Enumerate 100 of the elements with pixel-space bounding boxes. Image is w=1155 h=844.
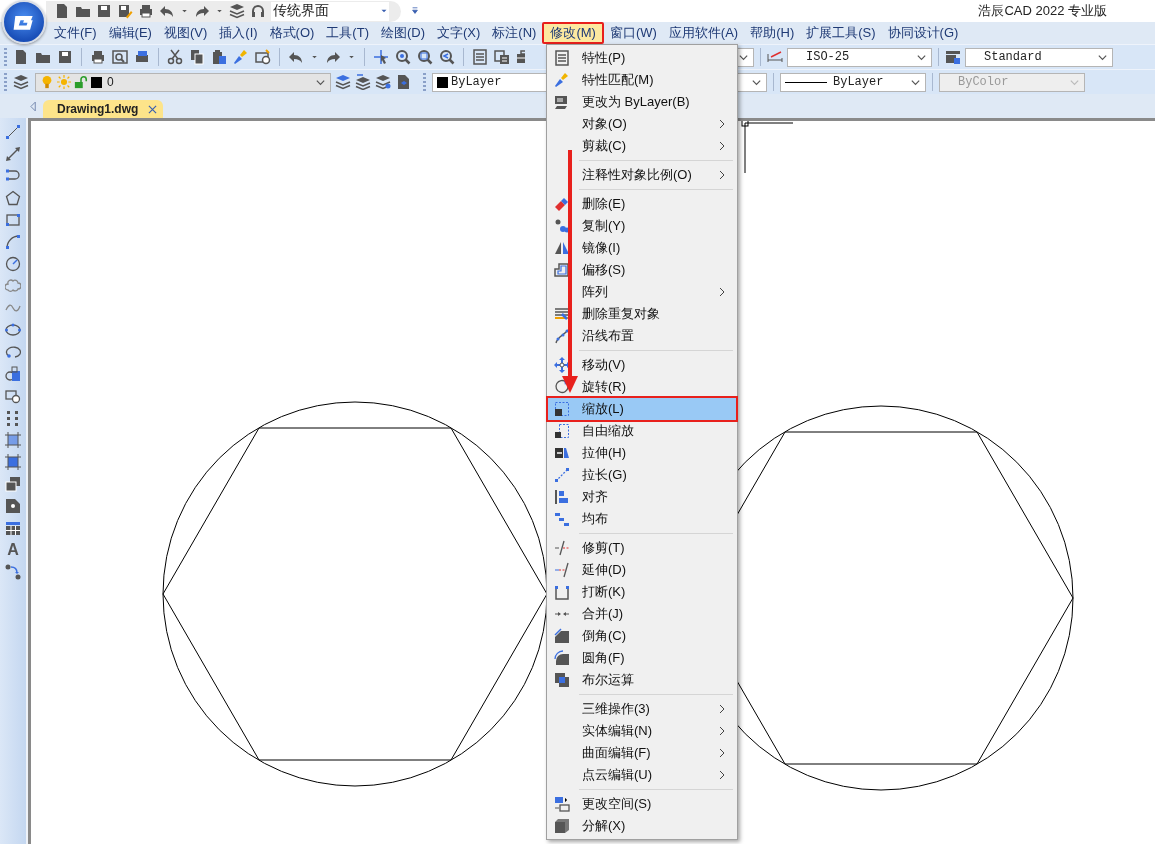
new-file-icon[interactable] — [13, 49, 29, 65]
linetype-dropdown[interactable]: ByLayer — [780, 72, 926, 92]
redo-icon[interactable] — [194, 3, 210, 19]
block-edit-icon[interactable] — [255, 49, 271, 65]
menu-item[interactable]: 点云编辑(U) — [548, 764, 736, 786]
menu-item[interactable]: 圆角(F) — [548, 647, 736, 669]
dots-arrow-icon[interactable] — [5, 564, 21, 580]
menu-item[interactable]: 倒角(C) — [548, 625, 736, 647]
circle-icon[interactable] — [5, 256, 21, 272]
menu-item[interactable]: 偏移(S) — [548, 259, 736, 281]
menu-bar-item[interactable]: 帮助(H) — [744, 22, 801, 44]
menu-item[interactable]: 布尔运算 — [548, 669, 736, 691]
gradient-icon[interactable] — [5, 454, 21, 470]
menu-item[interactable]: 特性匹配(M) — [548, 69, 736, 91]
menu-item[interactable]: 拉伸(H) — [548, 442, 736, 464]
menu-item[interactable]: 特性(P) — [548, 47, 736, 69]
paste-icon[interactable] — [211, 49, 227, 65]
printer-icon[interactable] — [90, 49, 106, 65]
menu-item[interactable]: 镜像(I) — [548, 237, 736, 259]
redo-icon[interactable] — [325, 49, 341, 65]
menu-bar-item[interactable]: 协同设计(G) — [881, 22, 965, 44]
table-style-icon[interactable] — [945, 49, 961, 65]
menu-item[interactable]: 注释性对象比例(O) — [548, 164, 736, 186]
table-style-dropdown[interactable]: Standard — [965, 47, 1113, 67]
save-icon[interactable] — [96, 3, 112, 19]
printer-icon[interactable] — [138, 3, 154, 19]
menu-bar-item[interactable]: 插入(I) — [213, 22, 264, 44]
arc-icon[interactable] — [5, 234, 21, 250]
menu-bar-item[interactable]: 文字(X) — [431, 22, 487, 44]
close-icon[interactable] — [148, 104, 158, 114]
elliptical-arc-icon[interactable] — [5, 344, 21, 360]
menu-bar-item[interactable]: 编辑(E) — [102, 22, 158, 44]
brush-icon[interactable] — [233, 49, 249, 65]
layer-manager-icon[interactable] — [13, 74, 29, 90]
menu-item[interactable]: 三维操作(3) — [548, 698, 736, 720]
double-arrow-icon[interactable] — [5, 146, 21, 162]
menu-item[interactable]: 打断(K) — [548, 581, 736, 603]
zoom-previous-icon[interactable] — [439, 49, 455, 65]
properties-icon[interactable] — [472, 49, 488, 65]
layer-dropdown[interactable]: 0 — [35, 72, 331, 92]
dimension-style-icon[interactable] — [767, 49, 783, 65]
menu-item[interactable]: 对象(O) — [548, 113, 736, 135]
plotter-icon[interactable] — [134, 49, 150, 65]
ellipse-icon[interactable] — [5, 322, 21, 338]
menu-bar-item[interactable]: 视图(V) — [157, 22, 214, 44]
print-preview-icon[interactable] — [112, 49, 128, 65]
menu-item[interactable]: 更改空间(S) — [548, 793, 736, 815]
menu-bar-item[interactable]: 工具(T) — [320, 22, 375, 44]
zoom-window-icon[interactable] — [417, 49, 433, 65]
scissors-icon[interactable] — [167, 49, 183, 65]
menu-item[interactable]: 均布 — [548, 508, 736, 530]
menu-bar-item[interactable]: 扩展工具(S) — [800, 22, 882, 44]
hatch-icon[interactable] — [5, 432, 21, 448]
layer-previous-icon[interactable] — [355, 74, 371, 90]
menu-item[interactable]: 复制(Y) — [548, 215, 736, 237]
headset-icon[interactable] — [250, 3, 266, 19]
zoom-icon[interactable] — [395, 49, 411, 65]
make-block-icon[interactable] — [5, 388, 21, 404]
overlapping-squares-icon[interactable] — [5, 476, 21, 492]
line-icon[interactable] — [5, 124, 21, 140]
menu-item[interactable]: 删除重复对象 — [548, 303, 736, 325]
polyline-icon[interactable] — [5, 168, 21, 184]
menu-bar-item[interactable]: 标注(N) — [486, 22, 543, 44]
document-tab[interactable]: Drawing1.dwg — [43, 100, 164, 118]
layer-settings-icon[interactable] — [375, 74, 391, 90]
menu-item[interactable]: 修剪(T) — [548, 537, 736, 559]
save-as-icon[interactable] — [117, 3, 133, 19]
save-icon[interactable] — [57, 49, 73, 65]
point-grid-icon[interactable] — [5, 410, 21, 426]
menu-item[interactable]: 实体编辑(N) — [548, 720, 736, 742]
layer-document-icon[interactable] — [395, 74, 411, 90]
insert-block-icon[interactable] — [5, 366, 21, 382]
app-logo[interactable] — [2, 0, 46, 44]
pan-icon[interactable] — [373, 49, 389, 65]
menu-bar-item[interactable]: 窗口(W) — [603, 22, 663, 44]
workspace-dropdown[interactable]: 传统界面 — [271, 1, 389, 21]
menu-item[interactable]: 拉长(G) — [548, 464, 736, 486]
menu-item[interactable]: 删除(E) — [548, 193, 736, 215]
new-file-icon[interactable] — [54, 3, 70, 19]
menu-item[interactable]: 曲面编辑(F) — [548, 742, 736, 764]
pentagon-icon[interactable] — [5, 190, 21, 206]
cloud-icon[interactable] — [5, 278, 21, 294]
menu-item[interactable]: 延伸(D) — [548, 559, 736, 581]
text-tool[interactable]: A — [7, 542, 19, 558]
menu-item[interactable]: 阵列 — [548, 281, 736, 303]
menu-item[interactable]: 分解(X) — [548, 815, 736, 837]
rectangle-icon[interactable] — [5, 212, 21, 228]
menu-item[interactable]: 对齐 — [548, 486, 736, 508]
dimension-style-dropdown[interactable]: ISO-25 — [787, 47, 932, 67]
menu-bar-item[interactable]: 格式(O) — [263, 22, 321, 44]
copy-icon[interactable] — [189, 49, 205, 65]
menu-bar-item[interactable]: 绘图(D) — [374, 22, 431, 44]
menu-item[interactable]: 移动(V) — [548, 354, 736, 376]
table-icon[interactable] — [5, 520, 21, 536]
customize-caret-icon[interactable] — [411, 6, 419, 16]
menu-bar-item[interactable]: 文件(F) — [48, 22, 103, 44]
design-center-icon[interactable] — [494, 49, 510, 65]
menu-item[interactable]: 剪裁(C) — [548, 135, 736, 157]
layers-icon[interactable] — [229, 3, 245, 19]
layer-stack-icon[interactable] — [335, 74, 351, 90]
